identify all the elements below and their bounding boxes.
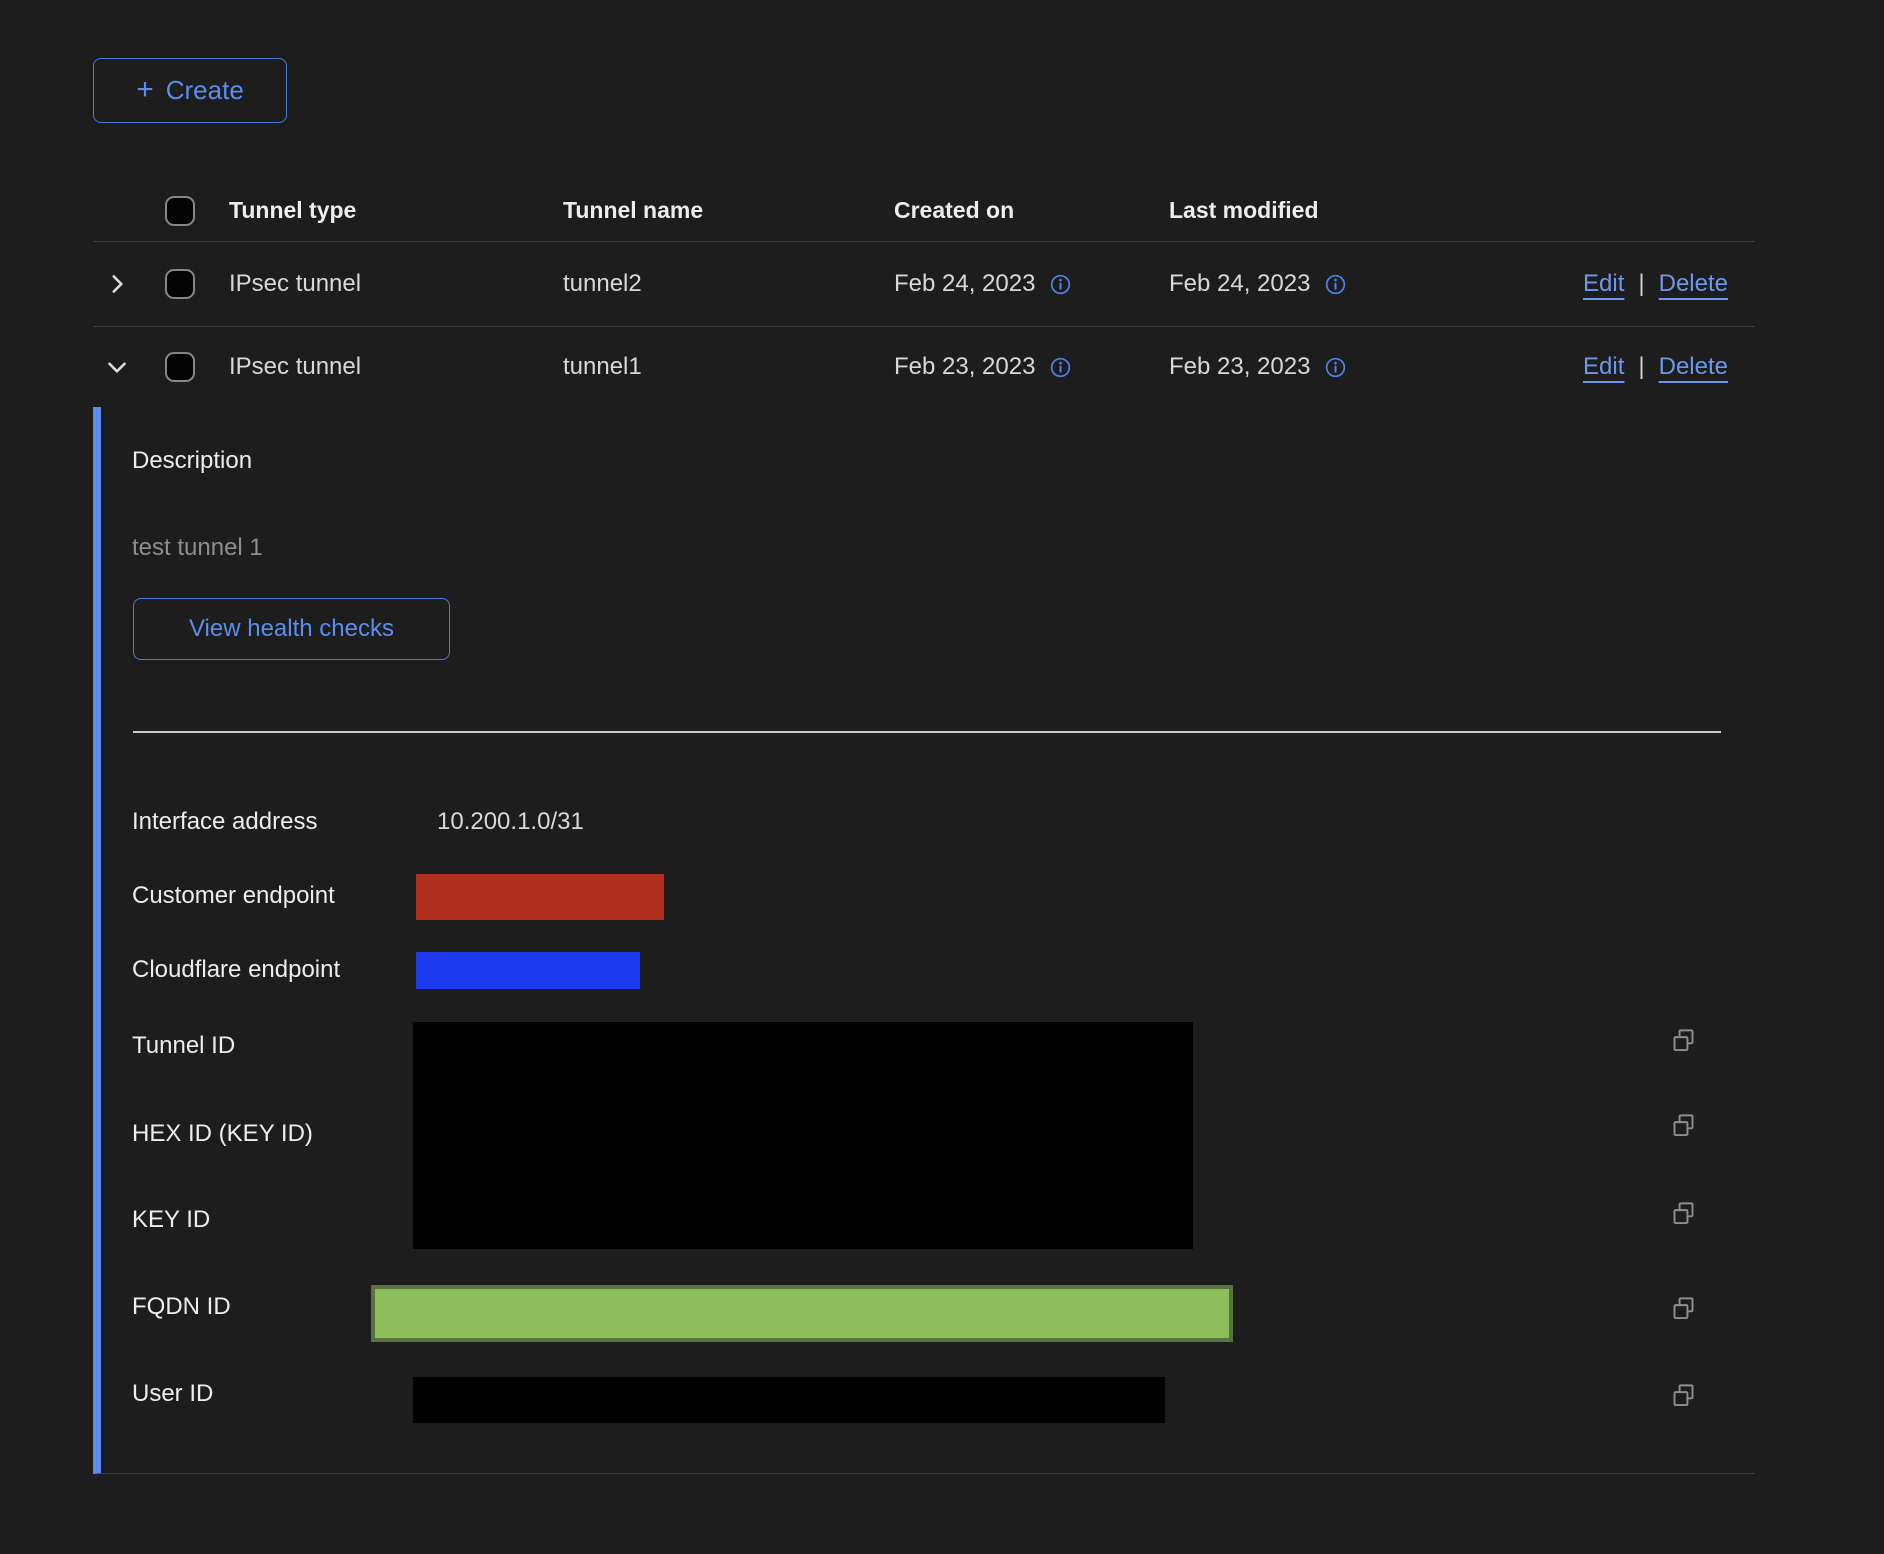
collapse-row-button[interactable]	[100, 350, 134, 384]
tunnel-name-cell: tunnel1	[563, 353, 894, 381]
interface-address-label: Interface address	[132, 808, 317, 836]
created-on-cell: Feb 23, 2023	[894, 353, 1035, 381]
table-row: IPsec tunnel tunnel1 Feb 23, 2023 Feb 23…	[93, 327, 1755, 407]
tunnel-detail-panel: Description test tunnel 1 View health ch…	[93, 407, 1755, 1474]
last-modified-cell: Feb 23, 2023	[1169, 353, 1310, 381]
view-health-checks-button[interactable]: View health checks	[133, 598, 450, 660]
delete-link[interactable]: Delete	[1659, 270, 1728, 298]
expand-row-button[interactable]	[100, 267, 134, 301]
plus-icon: +	[136, 75, 154, 105]
created-on-cell: Feb 24, 2023	[894, 270, 1035, 298]
cloudflare-endpoint-redaction	[416, 952, 640, 989]
action-separator: |	[1638, 270, 1644, 298]
row-checkbox[interactable]	[165, 269, 195, 299]
column-header-last-modified: Last modified	[1169, 197, 1521, 224]
info-icon[interactable]	[1324, 356, 1347, 379]
tunnel-type-cell: IPsec tunnel	[229, 270, 563, 298]
fqdn-id-redaction	[371, 1285, 1233, 1342]
edit-link[interactable]: Edit	[1583, 353, 1624, 381]
column-header-created-on: Created on	[894, 197, 1169, 224]
copy-key-id-button[interactable]	[1670, 1200, 1697, 1227]
select-all-checkbox[interactable]	[165, 196, 195, 226]
info-icon[interactable]	[1324, 273, 1347, 296]
tunnel-name-cell: tunnel2	[563, 270, 894, 298]
key-id-label: KEY ID	[132, 1206, 210, 1234]
last-modified-cell: Feb 24, 2023	[1169, 270, 1310, 298]
tunnel-id-label: Tunnel ID	[132, 1032, 235, 1060]
tunnel-table: Tunnel type Tunnel name Created on Last …	[93, 180, 1755, 1474]
copy-icon	[1670, 1295, 1697, 1322]
ids-redaction	[413, 1022, 1193, 1249]
table-header-row: Tunnel type Tunnel name Created on Last …	[93, 180, 1755, 242]
chevron-down-icon	[104, 354, 130, 380]
create-button[interactable]: + Create	[93, 58, 287, 123]
copy-fqdn-id-button[interactable]	[1670, 1295, 1697, 1322]
column-header-tunnel-name: Tunnel name	[563, 197, 894, 224]
copy-icon	[1670, 1382, 1697, 1409]
copy-tunnel-id-button[interactable]	[1670, 1027, 1697, 1054]
fqdn-id-label: FQDN ID	[132, 1293, 231, 1321]
row-checkbox[interactable]	[165, 352, 195, 382]
panel-divider	[133, 731, 1721, 733]
delete-link[interactable]: Delete	[1659, 353, 1728, 381]
tunnels-page: + Create Tunnel type Tunnel name Created…	[0, 0, 1884, 1554]
user-id-redaction	[413, 1377, 1165, 1423]
copy-hex-id-button[interactable]	[1670, 1112, 1697, 1139]
info-icon[interactable]	[1049, 356, 1072, 379]
info-icon[interactable]	[1049, 273, 1072, 296]
description-label: Description	[132, 447, 252, 475]
interface-address-value: 10.200.1.0/31	[437, 808, 584, 836]
cloudflare-endpoint-label: Cloudflare endpoint	[132, 956, 340, 984]
tunnel-type-cell: IPsec tunnel	[229, 353, 563, 381]
customer-endpoint-redaction	[416, 874, 664, 920]
copy-user-id-button[interactable]	[1670, 1382, 1697, 1409]
copy-icon	[1670, 1027, 1697, 1054]
chevron-right-icon	[104, 271, 130, 297]
action-separator: |	[1638, 353, 1644, 381]
edit-link[interactable]: Edit	[1583, 270, 1624, 298]
description-value: test tunnel 1	[132, 534, 263, 562]
table-row: IPsec tunnel tunnel2 Feb 24, 2023 Feb 24…	[93, 242, 1755, 327]
create-button-label: Create	[166, 75, 244, 106]
customer-endpoint-label: Customer endpoint	[132, 882, 335, 910]
copy-icon	[1670, 1112, 1697, 1139]
column-header-tunnel-type: Tunnel type	[229, 197, 563, 224]
hex-id-label: HEX ID (KEY ID)	[132, 1120, 313, 1148]
user-id-label: User ID	[132, 1380, 213, 1408]
copy-icon	[1670, 1200, 1697, 1227]
